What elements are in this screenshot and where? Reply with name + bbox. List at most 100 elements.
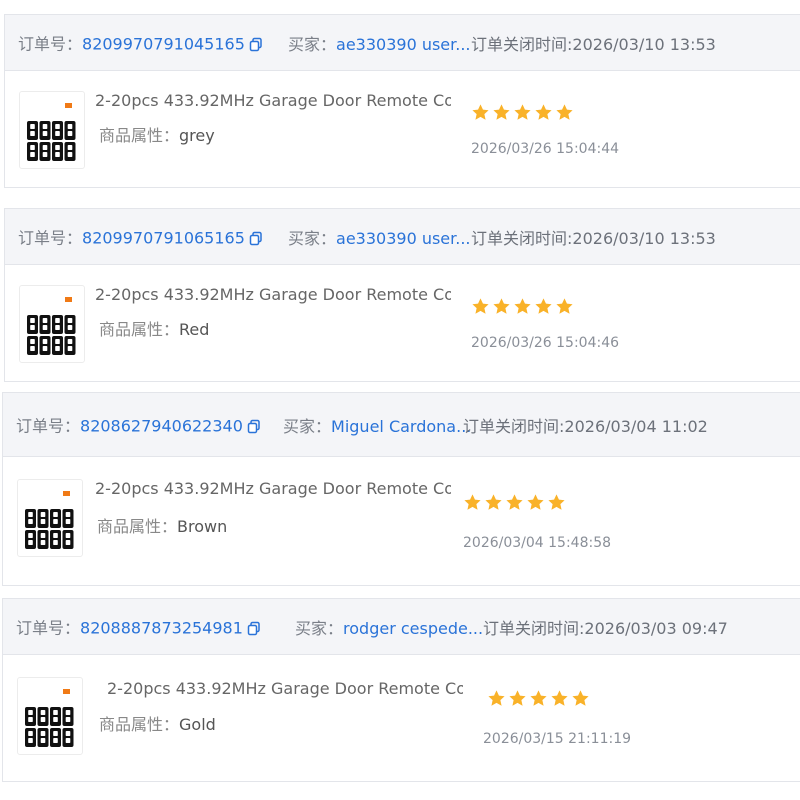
star-icon [551,690,568,706]
product-tag [63,689,70,694]
product-tag [65,103,72,108]
copy-icon[interactable] [249,230,263,249]
order-card: 订单号：8208887873254981 买家：rodger cespede..… [2,598,800,782]
product-thumbnail[interactable] [19,285,85,363]
attribute-value: Gold [179,715,216,734]
product-tag [65,297,72,302]
product-thumbnail[interactable] [17,677,83,755]
buyer-link[interactable]: rodger cespede... [343,619,483,638]
order-header: 订单号：8209970791065165 买家：ae330390 user...… [5,209,800,265]
close-time-value: 2026/03/03 09:47 [584,618,728,638]
order-card: 订单号：8208627940622340 买家：Miguel Cardona..… [2,392,800,586]
attribute-label: 商品属性： [99,320,180,339]
star-icon [572,690,589,706]
product-title[interactable]: 2-20pcs 433.92MHz Garage Door Remote Con… [95,285,451,304]
rating-stars [471,297,576,317]
star-icon [493,298,510,314]
order-number-label: 订单号： [18,228,83,247]
order-number-field: 订单号：8209970791065165 [18,224,263,249]
product-attribute: 商品属性：Red [99,316,209,340]
close-time-field: 订单关闭时间:2026/03/10 13:53 [471,31,716,55]
buyer-link[interactable]: ae330390 user... [336,229,471,248]
star-icon [485,494,502,510]
product-thumbnail[interactable] [17,479,83,557]
order-header: 订单号：8208627940622340 买家：Miguel Cardona..… [3,393,800,457]
close-time-label: 订单关闭时间: [471,34,573,54]
close-time-value: 2026/03/10 13:53 [572,34,716,54]
order-number-link[interactable]: 8208887873254981 [80,618,243,637]
review-time: 2026/03/26 15:04:44 [471,141,620,157]
attribute-label: 商品属性： [99,715,180,734]
star-icon [514,298,531,314]
buyer-label: 买家： [288,34,337,54]
star-icon [506,494,523,510]
close-time-label: 订单关闭时间: [483,618,585,638]
review-time: 2026/03/04 15:48:58 [463,535,612,551]
rating-stars [471,103,576,123]
remote-control-image [27,121,76,161]
order-header: 订单号：8208887873254981 买家：rodger cespede..… [3,599,800,655]
close-time-label: 订单关闭时间: [463,416,565,436]
order-number-label: 订单号： [16,618,81,637]
copy-icon[interactable] [249,36,263,55]
order-number-field: 订单号：8208627940622340 [16,412,261,437]
order-number-link[interactable]: 8208627940622340 [80,416,243,435]
star-icon [548,494,565,510]
attribute-label: 商品属性： [97,517,178,536]
review-time: 2026/03/15 21:11:19 [483,731,632,747]
close-time-field: 订单关闭时间:2026/03/10 13:53 [471,225,716,249]
product-attribute: 商品属性：Brown [97,513,227,537]
product-title[interactable]: 2-20pcs 433.92MHz Garage Door Remote Con… [107,679,463,698]
copy-icon[interactable] [247,620,261,639]
order-number-field: 订单号：8209970791045165 [18,30,263,55]
remote-control-image [25,509,74,549]
star-icon [493,104,510,120]
buyer-field: 买家：Miguel Cardona... [283,413,471,437]
close-time-value: 2026/03/10 13:53 [572,228,716,248]
order-number-label: 订单号： [16,416,81,435]
order-number-link[interactable]: 8209970791045165 [82,34,245,53]
rating-stars [463,493,568,513]
star-icon [472,298,489,314]
remote-control-image [27,315,76,355]
remote-control-image [25,707,74,747]
star-icon [535,298,552,314]
buyer-link[interactable]: ae330390 user... [336,35,471,54]
product-attribute: 商品属性：Gold [99,711,216,735]
buyer-label: 买家： [288,228,337,248]
product-title[interactable]: 2-20pcs 433.92MHz Garage Door Remote Con… [95,479,451,498]
attribute-label: 商品属性： [99,126,180,145]
star-icon [472,104,489,120]
buyer-field: 买家：ae330390 user... [288,31,471,55]
close-time-field: 订单关闭时间:2026/03/04 11:02 [463,413,708,437]
copy-icon[interactable] [247,418,261,437]
star-icon [464,494,481,510]
rating-stars [487,689,592,709]
close-time-label: 订单关闭时间: [471,228,573,248]
buyer-label: 买家： [283,416,332,436]
order-header: 订单号：8209970791045165 买家：ae330390 user...… [5,15,800,71]
star-icon [509,690,526,706]
buyer-field: 买家：rodger cespede... [295,615,483,639]
star-icon [530,690,547,706]
review-time: 2026/03/26 15:04:46 [471,335,620,351]
order-number-link[interactable]: 8209970791065165 [82,228,245,247]
star-icon [488,690,505,706]
product-title[interactable]: 2-20pcs 433.92MHz Garage Door Remote Con… [95,91,451,110]
star-icon [556,104,573,120]
star-icon [514,104,531,120]
star-icon [556,298,573,314]
product-thumbnail[interactable] [19,91,85,169]
buyer-label: 买家： [295,618,344,638]
order-card: 订单号：8209970791065165 买家：ae330390 user...… [4,208,800,382]
order-number-label: 订单号： [18,34,83,53]
product-attribute: 商品属性：grey [99,122,215,146]
close-time-value: 2026/03/04 11:02 [564,416,708,436]
order-card: 订单号：8209970791045165 买家：ae330390 user...… [4,14,800,188]
attribute-value: Red [179,320,210,339]
buyer-link[interactable]: Miguel Cardona... [331,417,471,436]
attribute-value: Brown [177,517,228,536]
buyer-field: 买家：ae330390 user... [288,225,471,249]
close-time-field: 订单关闭时间:2026/03/03 09:47 [483,615,728,639]
order-number-field: 订单号：8208887873254981 [16,614,261,639]
